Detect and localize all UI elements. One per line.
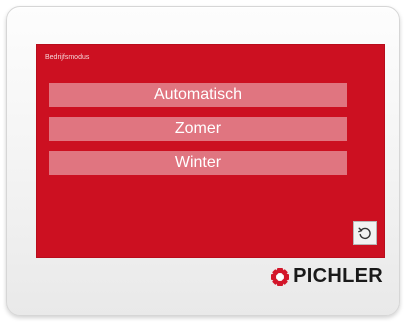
pichler-logo-icon xyxy=(271,267,290,286)
mode-button-zomer[interactable]: Zomer xyxy=(49,117,347,141)
brand-name: PICHLER xyxy=(293,265,383,287)
back-button[interactable] xyxy=(353,221,377,245)
mode-button-automatisch[interactable]: Automatisch xyxy=(49,83,347,107)
screen-title: Bedrijfsmodus xyxy=(45,54,90,61)
undo-arrow-icon xyxy=(358,227,371,240)
touch-screen: Bedrijfsmodus Automatisch Zomer Winter xyxy=(37,45,384,257)
brand-logo: PICHLER xyxy=(270,265,383,288)
controller-device: Bedrijfsmodus Automatisch Zomer Winter P… xyxy=(6,6,400,316)
mode-button-winter[interactable]: Winter xyxy=(49,151,347,175)
